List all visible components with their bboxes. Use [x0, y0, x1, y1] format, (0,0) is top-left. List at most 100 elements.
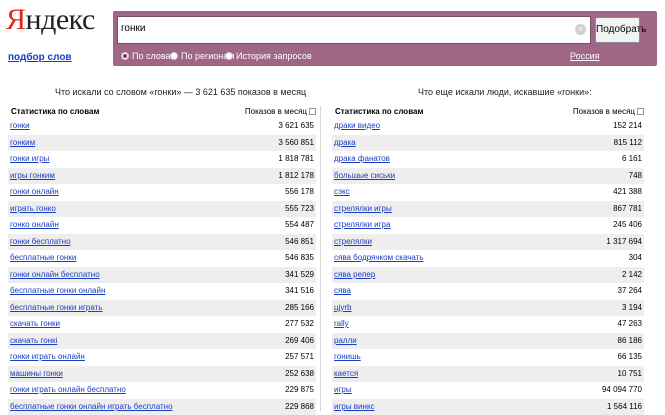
table-row: гонки онлайн556 178	[8, 184, 316, 201]
impressions-count: 748	[629, 168, 642, 185]
query-link[interactable]: гонким	[10, 135, 35, 152]
table-row: гонки игры1 818 781	[8, 151, 316, 168]
table-row: стрелялки игра245 406	[332, 217, 644, 234]
query-link[interactable]: игры гонким	[10, 168, 55, 185]
query-link[interactable]: стрелялки игры	[334, 201, 392, 218]
table-row: играть гонко 555 723	[8, 201, 316, 218]
impressions-count: 1 317 694	[606, 234, 642, 251]
impressions-count: 304	[629, 250, 642, 267]
logo-first-letter: Я	[6, 3, 26, 36]
table-row: бесплатные гонки онлайн играть бесплатно…	[8, 399, 316, 415]
impressions-count: 2 142	[622, 267, 642, 284]
impressions-count: 6 161	[622, 151, 642, 168]
query-link[interactable]: бесплатные гонки	[10, 250, 76, 267]
query-link[interactable]: сява	[334, 283, 351, 300]
left-col-count-header: Показов в месяц	[216, 107, 316, 116]
query-link[interactable]: бесплатные гонки онлайн	[10, 283, 105, 300]
query-link[interactable]: игры винкс	[334, 399, 375, 415]
query-link[interactable]: машины гонки	[10, 366, 63, 383]
impressions-count: 47 263	[618, 316, 642, 333]
mode-label: История запросов	[236, 51, 312, 61]
submit-button[interactable]: Подобрать	[595, 17, 640, 43]
table-row: гонким 3 560 851	[8, 135, 316, 152]
query-link[interactable]: цјуrb	[334, 300, 351, 317]
yandex-logo[interactable]: Яндекс	[6, 3, 62, 43]
impressions-count: 546 851	[285, 234, 314, 251]
impressions-count: 269 406	[285, 333, 314, 350]
clear-icon[interactable]: ×	[575, 24, 586, 35]
query-link[interactable]: сява репер	[334, 267, 375, 284]
table-row: гонко онлайн 554 487	[8, 217, 316, 234]
region-link[interactable]: Россия	[570, 51, 600, 61]
query-link[interactable]: игры	[334, 382, 352, 399]
query-link[interactable]: сява бодрячком скачать	[334, 250, 424, 267]
query-link[interactable]: rally	[334, 316, 349, 333]
logo-rest: ндекс	[26, 3, 95, 36]
impressions-count: 66 135	[618, 349, 642, 366]
query-link[interactable]: гонишь	[334, 349, 361, 366]
table-row: кается10 751	[332, 366, 644, 383]
right-col-count-header: Показов в месяц	[538, 107, 644, 116]
table-row: большые сиськи 748	[332, 168, 644, 185]
table-row: бесплатные гонки играть 285 166	[8, 300, 316, 317]
query-link[interactable]: гонки игры	[10, 151, 49, 168]
left-results-table: гонки3 621 635гонким3 560 851гонки игры1…	[8, 118, 316, 415]
mode-history[interactable]: История запросов	[225, 51, 312, 61]
query-link[interactable]: гонки играть онлайн	[10, 349, 85, 366]
impressions-count: 152 214	[613, 118, 642, 135]
query-link[interactable]: играть гонко	[10, 201, 56, 218]
radio-icon	[121, 52, 129, 60]
impressions-count: 277 532	[285, 316, 314, 333]
query-link[interactable]: стрелялки	[334, 234, 372, 251]
left-col-count-label: Показов в месяц	[245, 107, 307, 116]
impressions-count: 257 571	[285, 349, 314, 366]
query-link[interactable]: бесплатные гонки играть	[10, 300, 102, 317]
query-link[interactable]: гонки играть онлайн бесплатно	[10, 382, 126, 399]
table-row: rally 47 263	[332, 316, 644, 333]
query-link[interactable]: гонко онлайн	[10, 217, 59, 234]
impressions-count: 1 812 178	[278, 168, 314, 185]
impressions-count: 3 560 851	[278, 135, 314, 152]
sort-icon[interactable]	[309, 108, 316, 115]
radio-icon	[225, 52, 233, 60]
table-row: ралли 86 186	[332, 333, 644, 350]
impressions-count: 554 487	[285, 217, 314, 234]
query-link[interactable]: кается	[334, 366, 358, 383]
query-link[interactable]: сэкс	[334, 184, 350, 201]
query-link[interactable]: большые сиськи	[334, 168, 395, 185]
table-row: бесплатные гонки онлайн341 516	[8, 283, 316, 300]
query-link[interactable]: скачать гонки	[10, 316, 60, 333]
table-row: бесплатные гонки546 835	[8, 250, 316, 267]
table-row: гонки бесплатно 546 851	[8, 234, 316, 251]
query-link[interactable]: гонки	[10, 118, 30, 135]
query-link[interactable]: скачать гонкі	[10, 333, 57, 350]
query-link[interactable]: стрелялки игра	[334, 217, 390, 234]
query-link[interactable]: гонки бесплатно	[10, 234, 71, 251]
table-row: игры винкс 1 564 116	[332, 399, 644, 415]
sort-icon[interactable]	[637, 108, 644, 115]
query-link[interactable]: драки видео	[334, 118, 380, 135]
impressions-count: 285 166	[285, 300, 314, 317]
impressions-count: 1 564 116	[607, 399, 642, 415]
table-row: сява репер 2 142	[332, 267, 644, 284]
query-link[interactable]: драка фанатов	[334, 151, 390, 168]
word-selection-link[interactable]: подбор слов	[8, 52, 72, 63]
impressions-count: 867 781	[613, 201, 642, 218]
radio-icon	[170, 52, 178, 60]
impressions-count: 86 186	[618, 333, 642, 350]
query-link[interactable]: гонки онлайн бесплатно	[10, 267, 100, 284]
query-link[interactable]: гонки онлайн	[10, 184, 59, 201]
mode-by-words[interactable]: По словам	[121, 51, 177, 61]
table-row: скачать гонкі 269 406	[8, 333, 316, 350]
table-row: гонишь 66 135	[332, 349, 644, 366]
query-link[interactable]: ралли	[334, 333, 357, 350]
table-row: гонки3 621 635	[8, 118, 316, 135]
impressions-count: 229 868	[285, 399, 314, 415]
impressions-count: 37 264	[618, 283, 642, 300]
search-field[interactable]: ×	[117, 16, 591, 44]
impressions-count: 555 723	[285, 201, 314, 218]
query-link[interactable]: бесплатные гонки онлайн играть бесплатно	[10, 399, 173, 415]
query-link[interactable]: драка	[334, 135, 356, 152]
search-input[interactable]	[121, 23, 571, 34]
table-row: сява бодрячком скачать 304	[332, 250, 644, 267]
